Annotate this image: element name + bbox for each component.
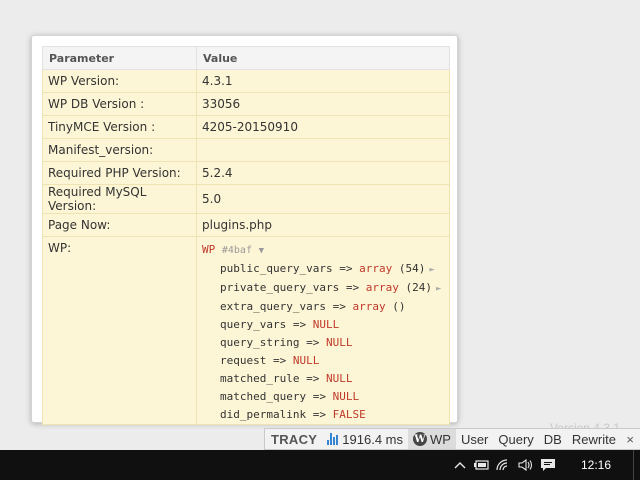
wp-object-dump: WP #4baf ▼ public_query_vars => array (5… xyxy=(196,236,450,425)
query-panel-tab[interactable]: Query xyxy=(493,429,538,449)
dump-item: query_vars => NULL xyxy=(202,316,444,334)
wp-panel-tab[interactable]: W WP xyxy=(407,429,456,449)
table-row: Required PHP Version: 5.2.4 xyxy=(42,161,450,185)
dump-operator: => xyxy=(325,300,353,313)
dump-item[interactable]: public_query_vars => array (54) ► xyxy=(202,260,444,279)
param-value: plugins.php xyxy=(196,213,450,237)
dump-operator: => xyxy=(266,354,293,367)
dump-value: array xyxy=(359,262,393,275)
db-panel-tab[interactable]: DB xyxy=(539,429,567,449)
expand-arrow-icon[interactable]: ► xyxy=(429,265,434,275)
dump-header[interactable]: WP #4baf ▼ xyxy=(202,241,444,260)
dump-class-name: WP xyxy=(202,243,216,256)
user-panel-tab[interactable]: User xyxy=(456,429,493,449)
taskbar: 12:16 xyxy=(0,450,640,480)
param-name: Page Now: xyxy=(42,213,197,237)
header-parameter: Parameter xyxy=(42,46,197,70)
dump-key: matched_rule xyxy=(220,372,300,385)
table-row: TinyMCE Version : 4205-20150910 xyxy=(42,115,450,139)
param-name: WP Version: xyxy=(42,69,197,93)
dump-operator: => xyxy=(286,318,313,331)
dump-key: request xyxy=(220,354,267,367)
timer-value: 1916.4 ms xyxy=(342,431,403,447)
dump-key: matched_query xyxy=(220,390,307,403)
param-value: 5.2.4 xyxy=(196,161,450,185)
tracy-debug-bar: TRACY 1916.4 ms W WP User Query DB Rewri… xyxy=(264,428,640,450)
table-row: Required MySQL Version: 5.0 xyxy=(42,184,450,214)
dump-value: NULL xyxy=(312,318,340,331)
expand-arrow-icon[interactable]: ► xyxy=(436,284,441,294)
table-row: WP Version: 4.3.1 xyxy=(42,69,450,93)
chevron-up-icon[interactable] xyxy=(449,450,471,480)
param-name: Required MySQL Version: xyxy=(42,184,197,214)
rewrite-panel-tab[interactable]: Rewrite xyxy=(567,429,621,449)
dump-key: query_vars xyxy=(220,318,287,331)
table-row-wp: WP: WP #4baf ▼ public_query_vars => arra… xyxy=(42,236,450,425)
dump-key: private_query_vars xyxy=(220,281,340,294)
dump-operator: => xyxy=(306,408,333,421)
param-value: 5.0 xyxy=(196,184,450,214)
notification-icon[interactable] xyxy=(537,450,559,480)
param-name: Required PHP Version: xyxy=(42,161,197,185)
dump-key: extra_query_vars xyxy=(220,300,326,313)
collapse-toggle-icon[interactable]: ▼ xyxy=(259,246,264,256)
dump-operator: => xyxy=(306,390,333,403)
close-icon[interactable]: × xyxy=(621,429,640,449)
clock[interactable]: 12:16 xyxy=(559,450,633,480)
param-name: Manifest_version: xyxy=(42,138,197,162)
param-name: WP DB Version : xyxy=(42,92,197,116)
dump-item[interactable]: private_query_vars => array (24) ► xyxy=(202,279,444,298)
param-value: 4.3.1 xyxy=(196,69,450,93)
table-header-row: Parameter Value xyxy=(42,46,450,70)
dump-item: did_permalink => FALSE xyxy=(202,406,444,424)
dump-operator: => xyxy=(339,281,366,294)
dump-item: matched_query => NULL xyxy=(202,388,444,406)
show-desktop-button[interactable] xyxy=(633,450,640,480)
dump-extra: () xyxy=(385,300,406,313)
dump-extra: (54) xyxy=(392,262,426,275)
dump-extra: (24) xyxy=(398,281,432,294)
header-value: Value xyxy=(196,46,450,70)
dump-value: array xyxy=(352,300,386,313)
wp-panel-label: WP xyxy=(429,431,451,447)
dump-operator: => xyxy=(299,336,326,349)
table-row: Manifest_version: xyxy=(42,138,450,162)
dump-operator: => xyxy=(299,372,326,385)
param-value: 4205-20150910 xyxy=(196,115,450,139)
param-value xyxy=(196,138,450,162)
timer-panel[interactable]: 1916.4 ms xyxy=(322,429,408,449)
dump-value: NULL xyxy=(325,336,353,349)
tracy-logo[interactable]: TRACY xyxy=(265,429,322,449)
system-tray: 12:16 xyxy=(449,450,640,480)
dump-item: extra_query_vars => array () xyxy=(202,298,444,316)
wp-info-panel: Parameter Value WP Version: 4.3.1 WP DB … xyxy=(31,35,458,425)
dump-operator: => xyxy=(332,262,360,275)
param-name-wp: WP: xyxy=(42,236,197,425)
dump-value: NULL xyxy=(292,354,320,367)
table-row: WP DB Version : 33056 xyxy=(42,92,450,116)
dump-item: request => NULL xyxy=(202,352,444,370)
wordpress-logo-icon: W xyxy=(412,432,427,446)
param-value: 33056 xyxy=(196,92,450,116)
dump-value: array xyxy=(365,281,399,294)
dump-value: NULL xyxy=(332,390,360,403)
table-row: Page Now: plugins.php xyxy=(42,213,450,237)
parameters-table: Parameter Value WP Version: 4.3.1 WP DB … xyxy=(42,46,450,425)
dump-item: query_string => NULL xyxy=(202,334,444,352)
dump-value: NULL xyxy=(325,372,353,385)
dump-item: matched_rule => NULL xyxy=(202,370,444,388)
dump-key: did_permalink xyxy=(220,408,307,421)
dump-value: FALSE xyxy=(332,408,366,421)
wifi-icon[interactable] xyxy=(493,450,515,480)
battery-icon[interactable] xyxy=(471,450,493,480)
dump-key: query_string xyxy=(220,336,300,349)
param-name: TinyMCE Version : xyxy=(42,115,197,139)
dump-object-hash: #4baf xyxy=(221,245,252,256)
dump-key: public_query_vars xyxy=(220,262,333,275)
timer-bars-icon xyxy=(327,433,339,445)
volume-icon[interactable] xyxy=(515,450,537,480)
